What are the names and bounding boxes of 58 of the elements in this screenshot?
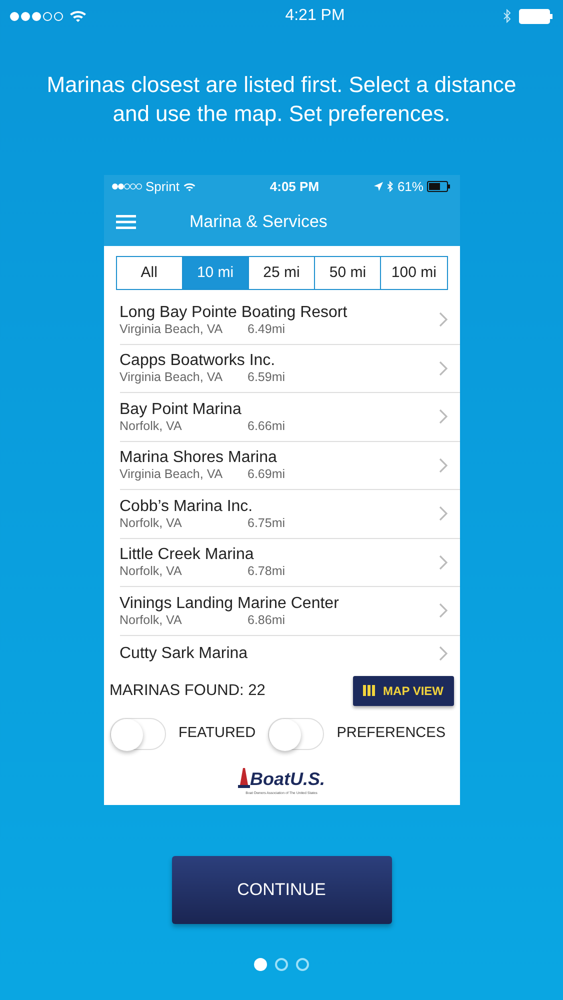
status-time: 4:05 PM — [270, 178, 320, 196]
map-view-button[interactable]: MAP VIEW — [353, 676, 454, 706]
marina-name[interactable]: Marina Shores Marina — [120, 448, 286, 468]
chevron-icon[interactable] — [438, 409, 448, 424]
toggle-label: FEATURED — [178, 724, 256, 743]
toggle-label: PREFERENCES — [336, 724, 446, 743]
marina-name[interactable]: Vinings Landing Marine Center — [120, 594, 339, 613]
marina-distance: 6.78mi — [248, 564, 286, 580]
marina-distance: 6.86mi — [248, 612, 286, 628]
toggle-switch[interactable] — [110, 718, 166, 750]
marina-name[interactable]: Cobb’s Marina Inc. — [120, 496, 286, 516]
wifi-icon — [69, 9, 87, 23]
marina-location: Norfolk, VA — [120, 612, 183, 628]
signal-icon — [112, 183, 142, 190]
battery-percent: 61% — [397, 178, 424, 196]
chevron-icon[interactable] — [438, 312, 448, 328]
marina-name[interactable]: Capps Boatworks Inc. — [120, 351, 286, 370]
map-icon — [363, 685, 376, 696]
chevron-icon[interactable] — [438, 603, 448, 618]
status-time: 4:21 PM — [285, 6, 345, 26]
lighthouse-icon — [238, 768, 250, 788]
bluetooth-icon — [387, 181, 394, 192]
battery-icon — [519, 8, 553, 24]
marinas-count: MARINAS FOUND: 22 — [110, 680, 266, 701]
marina-location: Norfolk, VA — [120, 516, 183, 531]
page-dot[interactable] — [296, 958, 309, 971]
marina-distance: 6.75mi — [248, 516, 286, 531]
marina-distance: 6.59mi — [248, 370, 286, 386]
carrier-name: Sprint — [146, 178, 180, 196]
page-dot[interactable] — [275, 958, 288, 971]
marina-location: Norfolk, VA — [120, 418, 183, 434]
battery-icon — [427, 181, 452, 192]
marina-location: Virginia Beach, VA — [120, 467, 224, 482]
headline: Marinas closest are listed first. Select a distance and use the map. Set preferences. — [46, 71, 518, 128]
bluetooth-icon — [503, 9, 511, 23]
chevron-icon[interactable] — [438, 646, 448, 661]
chevron-icon[interactable] — [438, 554, 448, 570]
screen-title: Marina & Services — [190, 211, 328, 234]
wifi-icon — [183, 182, 196, 192]
location-icon — [374, 182, 384, 191]
logo: BoatU.S. — [250, 770, 325, 788]
chevron-icon[interactable] — [438, 506, 448, 522]
continue-button[interactable]: CONTINUE — [172, 856, 392, 924]
marina-distance: 6.66mi — [248, 418, 286, 434]
chevron-icon[interactable] — [438, 458, 448, 473]
menu-icon[interactable] — [116, 215, 136, 229]
marina-distance: 6.69mi — [248, 467, 286, 482]
marina-name[interactable]: Cutty Sark Marina — [120, 644, 248, 663]
marina-name[interactable]: Bay Point Marina — [120, 400, 286, 419]
toggle-switch[interactable] — [268, 718, 324, 750]
signal-icon — [10, 12, 65, 20]
marina-distance: 6.49mi — [248, 322, 286, 337]
marina-location: Norfolk, VA — [120, 564, 183, 580]
chevron-icon[interactable] — [438, 360, 448, 376]
marina-location: Virginia Beach, VA — [120, 322, 224, 337]
marina-location: Virginia Beach, VA — [120, 370, 224, 386]
marina-name[interactable]: Little Creek Marina — [120, 545, 286, 564]
marina-name[interactable]: Long Bay Pointe Boating Resort — [120, 302, 348, 322]
